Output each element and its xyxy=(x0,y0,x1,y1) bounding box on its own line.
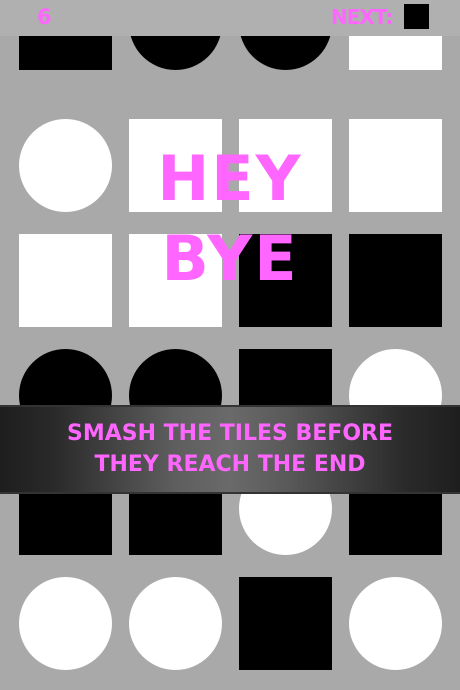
top-bar: 6 NEXT: xyxy=(0,0,460,36)
tile-white-circle[interactable] xyxy=(129,577,222,670)
overlay-title-hey: HEY xyxy=(157,142,303,215)
next-tile-preview xyxy=(404,4,429,29)
next-label: NEXT: xyxy=(331,5,393,29)
instruction-line-2: THEY REACH THE END xyxy=(94,452,366,477)
tile-white-circle[interactable] xyxy=(349,577,442,670)
tile-white-circle[interactable] xyxy=(19,577,112,670)
instruction-banner: SMASH THE TILES BEFORE THEY REACH THE EN… xyxy=(0,405,460,494)
instruction-line-1: SMASH THE TILES BEFORE xyxy=(66,421,394,446)
tile-black-square[interactable] xyxy=(239,577,332,670)
overlay-title-bye: BYE xyxy=(161,222,299,295)
score-counter: 6 xyxy=(37,5,52,29)
game-board xyxy=(0,0,460,690)
